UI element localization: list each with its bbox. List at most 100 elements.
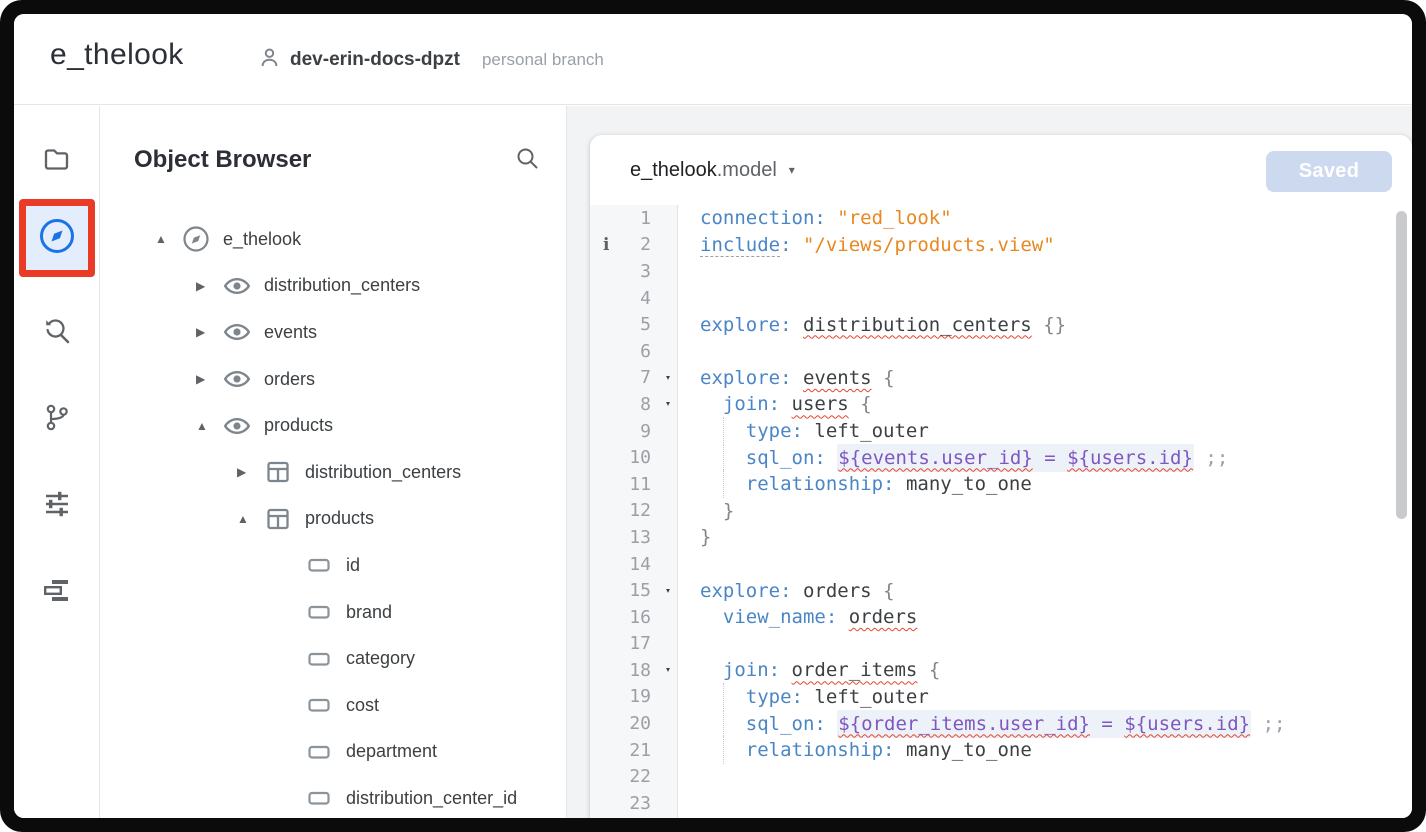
tree-item-label: id [346, 555, 360, 576]
code-line-11[interactable]: 11 relationship: many_to_one [590, 471, 1412, 498]
code-line-20[interactable]: 20 sql_on: ${order_items.user_id} = ${us… [590, 710, 1412, 737]
collapse-arrow-icon[interactable]: ▲ [237, 512, 259, 526]
code-text[interactable]: } [678, 526, 1412, 548]
code-line-10[interactable]: 10 sql_on: ${events.user_id} = ${users.i… [590, 444, 1412, 471]
line-number: 15▾ [590, 577, 678, 604]
code-line-21[interactable]: 21 relationship: many_to_one [590, 737, 1412, 764]
code-editor[interactable]: 1connection: "red_look"2iinclude: "/view… [590, 205, 1412, 818]
sidebar-item-project-settings[interactable] [33, 482, 81, 530]
code-text[interactable]: explore: orders { [678, 580, 1412, 602]
tree-item-cost[interactable]: cost [101, 682, 566, 729]
code-text[interactable]: include: "/views/products.view" [678, 234, 1412, 256]
tree-item-distribution_centers[interactable]: ▶ distribution_centers [101, 263, 566, 310]
fold-toggle-icon[interactable]: ▾ [665, 372, 671, 383]
collapse-arrow-icon[interactable]: ▲ [196, 419, 218, 433]
tree-item-events[interactable]: ▶ events [101, 309, 566, 356]
code-text[interactable]: sql_on: ${order_items.user_id} = ${users… [678, 713, 1412, 735]
tree-item-products[interactable]: ▲products [101, 402, 566, 449]
code-text[interactable]: sql_on: ${events.user_id} = ${users.id} … [678, 447, 1412, 469]
sidebar-item-file-browser[interactable] [33, 137, 81, 185]
code-line-17[interactable]: 17 [590, 631, 1412, 658]
code-text[interactable]: connection: "red_look" [678, 207, 1412, 229]
line-number: 2i [590, 232, 678, 259]
code-text[interactable]: join: order_items { [678, 659, 1412, 681]
code-line-6[interactable]: 6 [590, 338, 1412, 365]
tree-item-orders[interactable]: ▶orders [101, 356, 566, 403]
fold-toggle-icon[interactable]: ▾ [665, 665, 671, 676]
code-line-5[interactable]: 5explore: distribution_centers {} [590, 311, 1412, 338]
line-number: 13 [590, 524, 678, 551]
sidebar-item-git-actions[interactable] [33, 396, 81, 444]
code-line-4[interactable]: 4 [590, 285, 1412, 312]
code-line-22[interactable]: 22 [590, 763, 1412, 790]
tree-item-label: cost [346, 695, 379, 716]
line-number: 23 [590, 790, 678, 817]
code-text[interactable]: type: left_outer [678, 420, 1412, 442]
fold-toggle-icon[interactable]: ▾ [665, 585, 671, 596]
branch-info[interactable]: dev-erin-docs-dpzt personal branch [258, 14, 604, 105]
tree-item-brand[interactable]: brand [101, 589, 566, 636]
code-text[interactable]: explore: events { [678, 367, 1412, 389]
code-text[interactable]: relationship: many_to_one [678, 739, 1412, 761]
tree-item-id[interactable]: id [101, 542, 566, 589]
expand-arrow-icon[interactable]: ▶ [196, 325, 218, 339]
search-icon[interactable] [514, 145, 540, 176]
tree-item-category[interactable]: category [101, 635, 566, 682]
tree-item-label: category [346, 648, 415, 669]
code-line-12[interactable]: 12 } [590, 498, 1412, 525]
tree-item-department[interactable]: department [101, 729, 566, 776]
code-line-1[interactable]: 1connection: "red_look" [590, 205, 1412, 232]
code-line-16[interactable]: 16 view_name: orders [590, 604, 1412, 631]
code-line-19[interactable]: 19 type: left_outer [590, 684, 1412, 711]
field-icon [304, 646, 334, 672]
field-icon [304, 599, 334, 625]
field-icon [304, 552, 334, 578]
code-line-2[interactable]: 2iinclude: "/views/products.view" [590, 232, 1412, 259]
code-line-8[interactable]: 8▾ join: users { [590, 391, 1412, 418]
tree-item-label: distribution_centers [264, 275, 420, 296]
git-branch-icon [41, 402, 72, 438]
code-line-13[interactable]: 13} [590, 524, 1412, 551]
line-number: 5 [590, 311, 678, 338]
file-selector-dropdown[interactable]: e_thelook.model ▾ [630, 159, 795, 182]
code-text[interactable]: view_name: orders [678, 606, 1412, 628]
saved-button[interactable]: Saved [1266, 151, 1392, 192]
sidebar-item-find-replace[interactable] [33, 308, 81, 356]
line-number: 3 [590, 258, 678, 285]
code-line-23[interactable]: 23 [590, 790, 1412, 817]
expand-arrow-icon[interactable]: ▶ [196, 279, 218, 293]
editor-scrollbar[interactable] [1396, 211, 1407, 519]
code-line-18[interactable]: 18▾ join: order_items { [590, 657, 1412, 684]
expand-arrow-icon[interactable]: ▶ [237, 465, 259, 479]
fold-toggle-icon[interactable]: ▾ [665, 399, 671, 410]
collapse-arrow-icon[interactable]: ▲ [155, 232, 177, 246]
tree-item-distribution_centers[interactable]: ▶distribution_centers [101, 449, 566, 496]
line-number: 21 [590, 737, 678, 764]
tree-item-e_thelook[interactable]: ▲e_thelook [101, 216, 566, 263]
diagram-icon [41, 575, 72, 611]
line-number: 16 [590, 604, 678, 631]
code-line-9[interactable]: 9 type: left_outer [590, 418, 1412, 445]
code-text[interactable]: type: left_outer [678, 686, 1412, 708]
line-number: 18▾ [590, 657, 678, 684]
code-line-14[interactable]: 14 [590, 551, 1412, 578]
object-tree: ▲e_thelook▶distribution_centers▶events▶o… [101, 216, 566, 818]
tree-item-products[interactable]: ▲products [101, 496, 566, 543]
code-text[interactable]: relationship: many_to_one [678, 473, 1412, 495]
code-line-3[interactable]: 3 [590, 258, 1412, 285]
search-history-icon [41, 314, 73, 351]
code-line-7[interactable]: 7▾explore: events { [590, 365, 1412, 392]
expand-arrow-icon[interactable]: ▶ [196, 372, 218, 386]
code-text[interactable]: join: users { [678, 393, 1412, 415]
tree-item-distribution_center_id[interactable]: distribution_center_id [101, 775, 566, 818]
info-icon[interactable]: i [603, 235, 609, 255]
explore-eye-icon [222, 317, 252, 347]
line-number: 6 [590, 338, 678, 365]
code-text[interactable]: explore: distribution_centers {} [678, 314, 1412, 336]
code-line-15[interactable]: 15▾explore: orders { [590, 577, 1412, 604]
sidebar-item-metadata[interactable] [33, 569, 81, 617]
tree-item-label: events [264, 322, 317, 343]
sidebar-item-object-browser[interactable] [19, 199, 95, 277]
person-icon [258, 46, 281, 74]
code-text[interactable]: } [678, 500, 1412, 522]
